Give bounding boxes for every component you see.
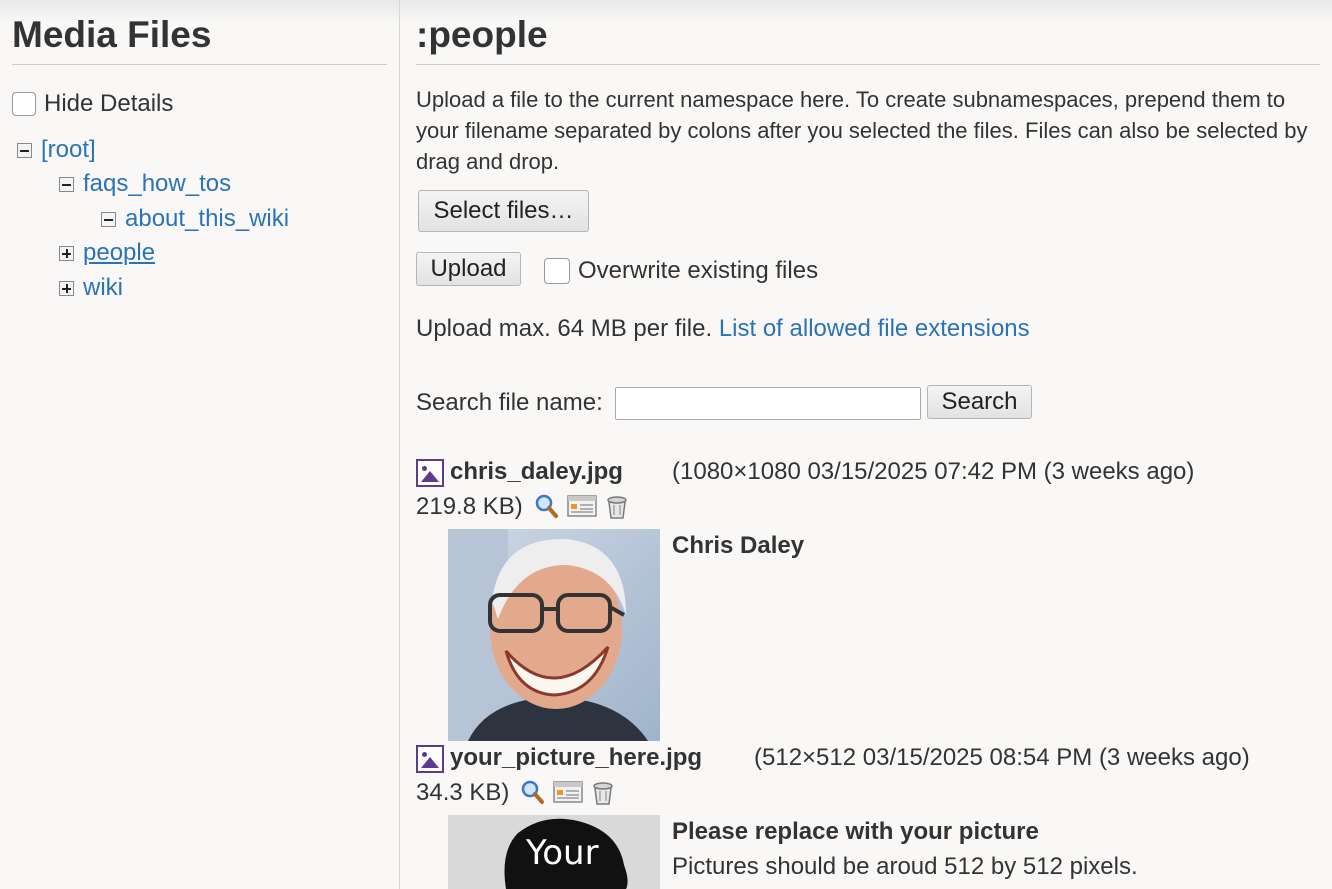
media-main-panel: :people Upload a file to the current nam…: [400, 0, 1332, 889]
file-title: Chris Daley: [672, 532, 805, 559]
divider: [12, 64, 387, 65]
tree-link-root[interactable]: [root]: [41, 136, 96, 164]
image-file-icon: [416, 459, 444, 487]
file-thumbnail[interactable]: [448, 529, 660, 741]
details-icon[interactable]: [567, 493, 597, 519]
tree-link-faqs-how-tos[interactable]: faqs_how_tos: [83, 170, 231, 198]
file-description: Pictures should be aroud 512 by 512 pixe…: [672, 853, 1138, 880]
media-sidebar: Media Files Hide Details [root] faqs_how…: [0, 0, 400, 889]
file-size: 34.3 KB): [416, 779, 510, 806]
hide-details-toggle[interactable]: Hide Details: [12, 90, 173, 118]
tree-link-wiki[interactable]: wiki: [83, 274, 123, 302]
hide-details-checkbox[interactable]: [12, 92, 36, 116]
search-input[interactable]: [615, 387, 921, 420]
upload-limit-line: Upload max. 64 MB per file. List of allo…: [416, 315, 1030, 343]
tree-item-about-this-wiki[interactable]: about_this_wiki: [101, 205, 289, 233]
select-files-button[interactable]: Select files…: [418, 190, 589, 232]
magnifier-icon[interactable]: [533, 493, 559, 519]
minus-box-icon[interactable]: [101, 211, 116, 227]
hide-details-label: Hide Details: [44, 90, 174, 117]
thumbnail-text: Your: [526, 833, 599, 873]
details-icon[interactable]: [553, 779, 583, 805]
image-file-icon: [416, 745, 444, 773]
trash-icon[interactable]: [589, 778, 617, 806]
tree-item-people[interactable]: people: [59, 239, 155, 267]
overwrite-checkbox[interactable]: [544, 258, 570, 284]
overwrite-toggle[interactable]: Overwrite existing files: [544, 257, 818, 285]
file-size: 219.8 KB): [416, 493, 523, 520]
magnifier-icon[interactable]: [519, 779, 545, 805]
divider: [416, 64, 1320, 65]
minus-box-icon[interactable]: [59, 176, 74, 192]
file-title: Please replace with your picture: [672, 818, 1039, 845]
trash-icon[interactable]: [603, 492, 631, 520]
tree-item-root[interactable]: [root]: [17, 136, 96, 164]
namespace-title: :people: [416, 14, 548, 55]
overwrite-label: Overwrite existing files: [578, 257, 819, 284]
plus-box-icon[interactable]: [59, 245, 74, 261]
file-meta: (1080×1080 03/15/2025 07:42 PM (3 weeks …: [672, 458, 1195, 485]
file-name-link[interactable]: chris_daley.jpg: [450, 458, 623, 486]
file-meta: (512×512 03/15/2025 08:54 PM (3 weeks ag…: [754, 744, 1250, 771]
tree-item-wiki[interactable]: wiki: [59, 274, 123, 302]
upload-button[interactable]: Upload: [416, 252, 521, 286]
plus-box-icon[interactable]: [59, 280, 74, 296]
tree-item-faqs-how-tos[interactable]: faqs_how_tos: [59, 170, 231, 198]
tree-link-people[interactable]: people: [83, 239, 155, 267]
sidebar-title: Media Files: [12, 14, 212, 55]
minus-box-icon[interactable]: [17, 142, 32, 158]
search-label: Search file name:: [416, 389, 603, 416]
search-button[interactable]: Search: [927, 385, 1032, 419]
file-name-link[interactable]: your_picture_here.jpg: [450, 744, 702, 772]
file-thumbnail[interactable]: Your: [448, 815, 660, 889]
tree-link-about-this-wiki[interactable]: about_this_wiki: [125, 205, 289, 233]
upload-max-text: Upload max. 64 MB per file.: [416, 315, 713, 342]
allowed-extensions-link[interactable]: List of allowed file extensions: [719, 315, 1030, 342]
upload-description: Upload a file to the current namespace h…: [416, 87, 1308, 174]
